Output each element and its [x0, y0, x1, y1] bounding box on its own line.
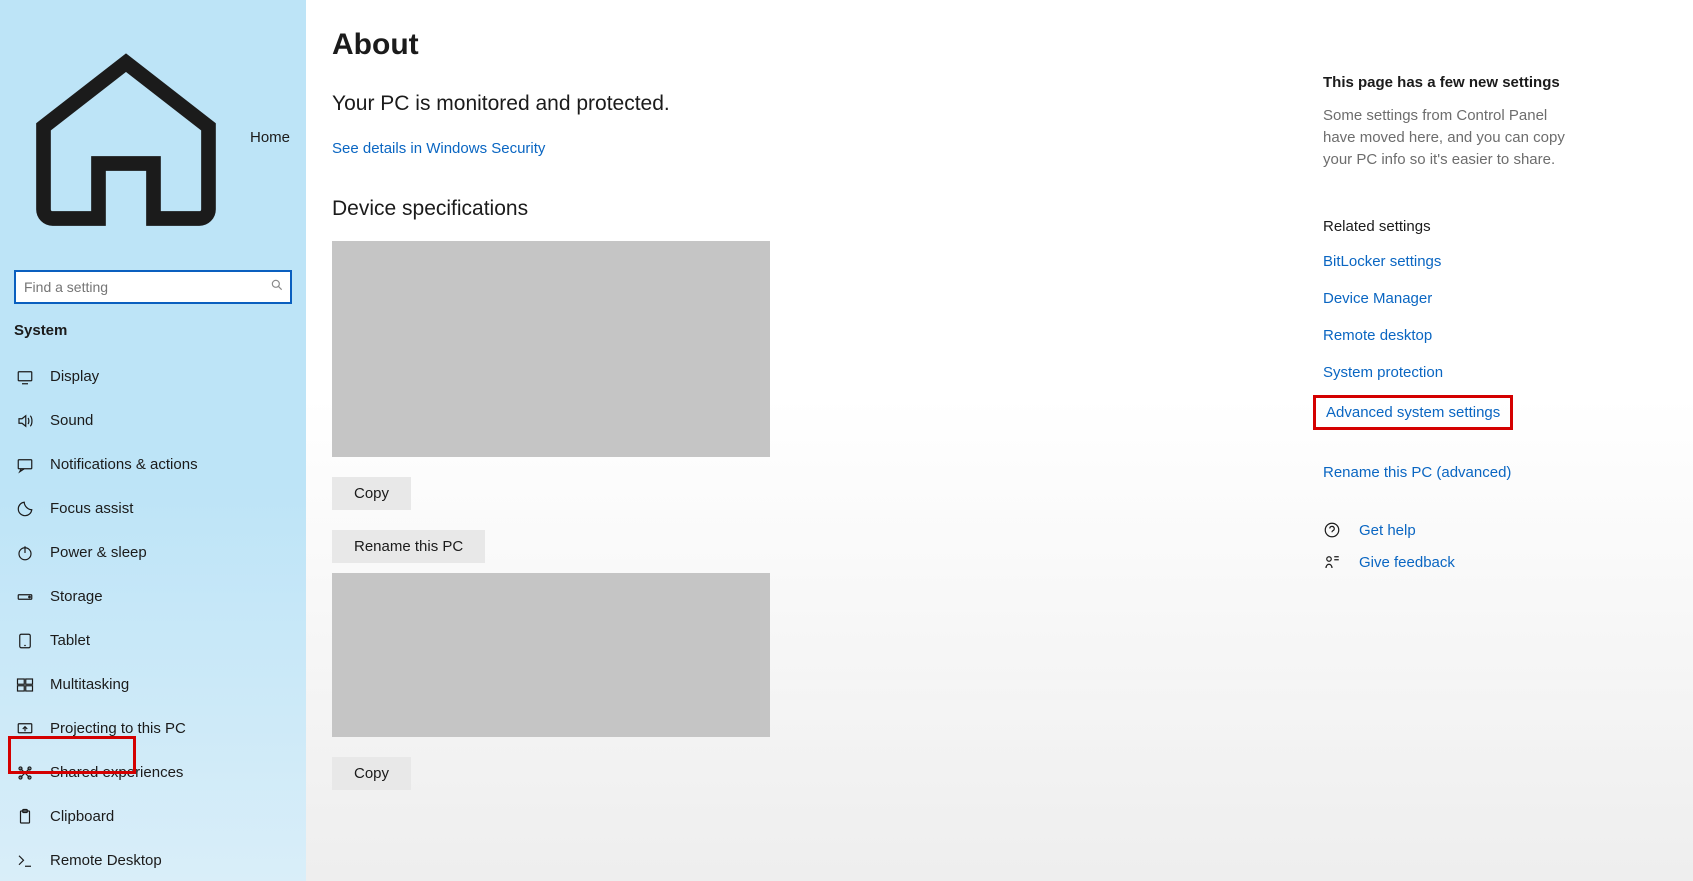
link-remote-desktop[interactable]: Remote desktop: [1323, 327, 1432, 344]
link-bitlocker[interactable]: BitLocker settings: [1323, 253, 1441, 270]
home-icon: [16, 26, 236, 250]
right-rail: This page has a few new settings Some se…: [1283, 0, 1693, 881]
notifications-icon: [16, 456, 34, 474]
link-give-feedback[interactable]: Give feedback: [1359, 554, 1455, 571]
rename-pc-button[interactable]: Rename this PC: [332, 530, 485, 563]
sidebar-item-label: Tablet: [50, 632, 90, 649]
copy-device-spec-button[interactable]: Copy: [332, 477, 411, 510]
page-title: About: [332, 28, 1243, 62]
sidebar-item-remote-desktop[interactable]: Remote Desktop: [0, 839, 306, 881]
annotation-highlight-advanced: Advanced system settings: [1313, 395, 1513, 430]
sidebar-item-label: Projecting to this PC: [50, 720, 186, 737]
sidebar-item-label: Notifications & actions: [50, 456, 198, 473]
display-icon: [16, 368, 34, 386]
feedback-icon: [1323, 553, 1341, 571]
sidebar-item-label: Shared experiences: [50, 764, 183, 781]
windows-spec-redacted: [332, 573, 770, 737]
search-icon: [270, 278, 284, 296]
rail-links: BitLocker settings Device Manager Remote…: [1323, 253, 1653, 481]
link-get-help[interactable]: Get help: [1359, 522, 1416, 539]
storage-icon: [16, 588, 34, 606]
sidebar-item-label: Remote Desktop: [50, 852, 162, 869]
focus-icon: [16, 500, 34, 518]
sidebar-item-label: Power & sleep: [50, 544, 147, 561]
shared-icon: [16, 764, 34, 782]
content: About Your PC is monitored and protected…: [306, 0, 1283, 881]
remote-icon: [16, 852, 34, 870]
main-area: About Your PC is monitored and protected…: [306, 0, 1693, 881]
sidebar: Home System Display Sound Notifications …: [0, 0, 306, 881]
tablet-icon: [16, 632, 34, 650]
sidebar-item-label: Focus assist: [50, 500, 133, 517]
rail-related-heading: Related settings: [1323, 218, 1653, 235]
sidebar-item-display[interactable]: Display: [0, 355, 306, 399]
device-spec-heading: Device specifications: [332, 197, 1243, 221]
sidebar-item-tablet[interactable]: Tablet: [0, 619, 306, 663]
sidebar-item-power[interactable]: Power & sleep: [0, 531, 306, 575]
sidebar-item-notifications[interactable]: Notifications & actions: [0, 443, 306, 487]
help-icon: [1323, 521, 1341, 539]
copy-windows-spec-button[interactable]: Copy: [332, 757, 411, 790]
rail-new-heading: This page has a few new settings: [1323, 74, 1653, 91]
sidebar-home[interactable]: Home: [0, 14, 306, 262]
sidebar-item-storage[interactable]: Storage: [0, 575, 306, 619]
sidebar-section-label: System: [0, 322, 306, 355]
sidebar-item-label: Clipboard: [50, 808, 114, 825]
sidebar-home-label: Home: [250, 129, 290, 146]
rail-new-body: Some settings from Control Panel have mo…: [1323, 105, 1583, 170]
sidebar-item-label: Multitasking: [50, 676, 129, 693]
sidebar-item-label: Display: [50, 368, 99, 385]
sidebar-item-focus[interactable]: Focus assist: [0, 487, 306, 531]
link-system-protection[interactable]: System protection: [1323, 364, 1443, 381]
sound-icon: [16, 412, 34, 430]
search-container: [0, 262, 306, 322]
sidebar-item-projecting[interactable]: Projecting to this PC: [0, 707, 306, 751]
sidebar-item-shared[interactable]: Shared experiences: [0, 751, 306, 795]
power-icon: [16, 544, 34, 562]
sidebar-nav: Display Sound Notifications & actions Fo…: [0, 355, 306, 881]
multitask-icon: [16, 676, 34, 694]
sidebar-item-clipboard[interactable]: Clipboard: [0, 795, 306, 839]
sidebar-item-label: Storage: [50, 588, 103, 605]
protection-heading: Your PC is monitored and protected.: [332, 92, 1243, 116]
link-advanced-system-settings[interactable]: Advanced system settings: [1326, 404, 1500, 421]
projecting-icon: [16, 720, 34, 738]
search-input[interactable]: [14, 270, 292, 304]
link-rename-pc-advanced[interactable]: Rename this PC (advanced): [1323, 464, 1511, 481]
sidebar-item-multitasking[interactable]: Multitasking: [0, 663, 306, 707]
sidebar-item-label: Sound: [50, 412, 93, 429]
support-block: Get help Give feedback: [1323, 521, 1653, 571]
security-link[interactable]: See details in Windows Security: [332, 140, 545, 157]
device-spec-redacted: [332, 241, 770, 457]
sidebar-item-sound[interactable]: Sound: [0, 399, 306, 443]
clipboard-icon: [16, 808, 34, 826]
link-device-manager[interactable]: Device Manager: [1323, 290, 1432, 307]
